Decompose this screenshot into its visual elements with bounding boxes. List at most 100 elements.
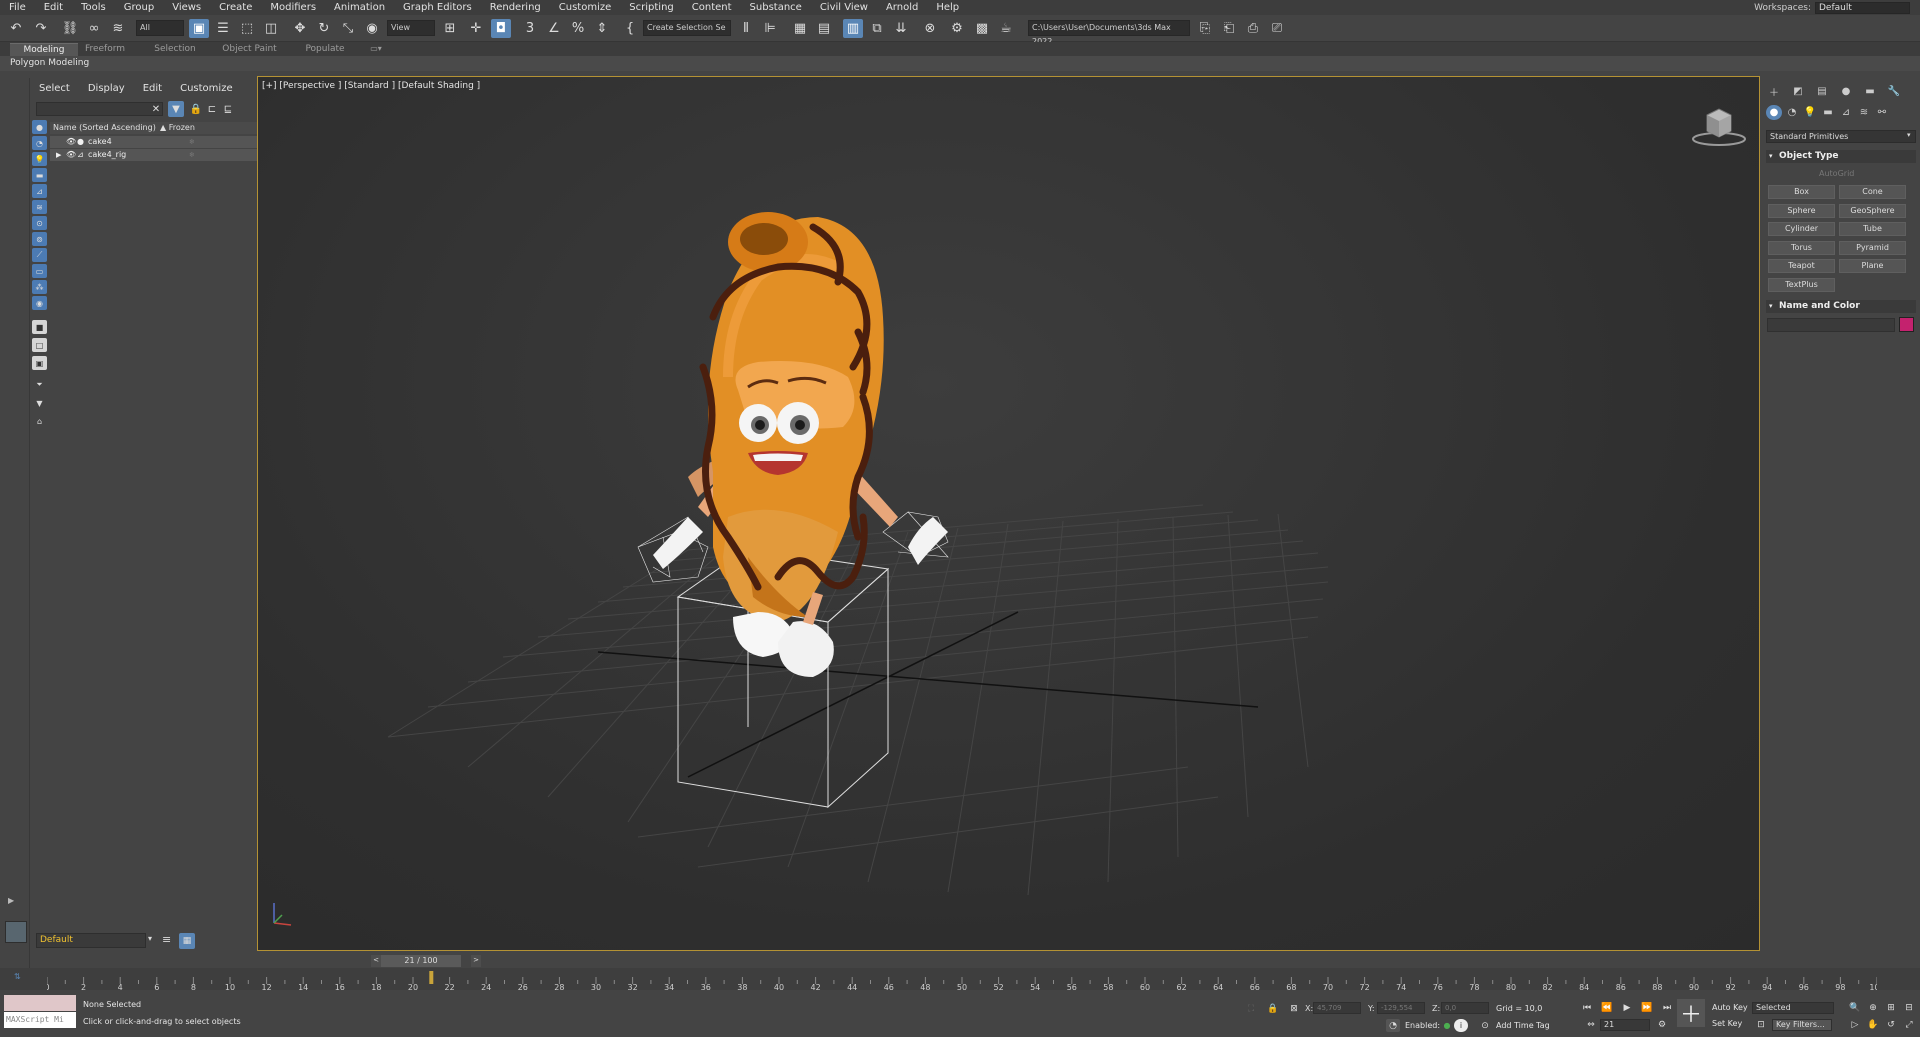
set-key-icon[interactable]: ＋ [1677,999,1705,1028]
menu-views[interactable]: Views [163,0,210,15]
freeze-icon[interactable]: ❄ [189,136,195,148]
render-production-icon[interactable]: ☕ [996,19,1016,38]
menu-content[interactable]: Content [683,0,741,15]
ribbon-options-icon[interactable]: ▭▾ [366,43,386,56]
menu-scripting[interactable]: Scripting [620,0,682,15]
filter-lights-icon[interactable]: 💡 [32,152,47,166]
key-set-select[interactable]: Selected [1752,1002,1834,1014]
plane-button[interactable]: Plane [1839,259,1906,273]
utilities-tab-icon[interactable]: 🔧 [1886,84,1902,98]
curve-editor-icon[interactable]: ⧉ [867,19,887,38]
add-time-tag[interactable]: Add Time Tag [1496,1021,1550,1030]
pan-icon[interactable]: ✋ [1866,1018,1880,1031]
select-manipulate-icon[interactable]: ✛ [466,19,486,38]
layer-view-icon[interactable]: ⊑ [220,101,236,117]
go-to-start-icon[interactable]: ⏮ [1580,1001,1594,1014]
filter-spacewarps-icon[interactable]: ≋ [32,200,47,214]
maxscript-output[interactable] [4,995,76,1011]
ribbon-sub-label[interactable]: Polygon Modeling [10,57,89,70]
move-icon[interactable]: ✥ [290,19,310,38]
track-bar[interactable]: ⇅ 02468101214161820222426283032343638404… [0,968,1920,990]
create-tab-icon[interactable]: ＋ [1766,84,1782,99]
time-slider-thumb[interactable]: 21 / 100 [381,955,461,967]
set-key-button[interactable]: Set Key [1712,1019,1742,1028]
filter-funnel-icon[interactable]: ⏷ [32,378,47,392]
visibility-eye-icon[interactable]: 👁 [66,149,76,161]
selection-filter-select[interactable]: All [136,20,184,36]
project-settings-icon[interactable]: ⎚ [1267,19,1287,38]
textplus-button[interactable]: TextPlus [1768,278,1835,292]
angle-snap-icon[interactable]: ∠ [544,19,564,38]
box-button[interactable]: Box [1768,185,1835,199]
auto-key-button[interactable]: Auto Key [1712,1003,1748,1012]
perspective-viewport[interactable]: [+] [Perspective ] [Standard ] [Default … [257,76,1760,951]
project-create-icon[interactable]: ⎙ [1243,19,1263,38]
info-icon[interactable]: i [1454,1019,1468,1032]
menu-animation[interactable]: Animation [325,0,394,15]
rendered-frame-window-icon[interactable]: ▩ [972,19,992,38]
orbit-icon[interactable]: ↺ [1884,1018,1898,1031]
systems-icon[interactable]: ⚯ [1874,105,1890,120]
place-icon[interactable]: ◉ [362,19,382,38]
link-icon[interactable]: ⛓ [60,19,80,38]
next-frame-arrow-icon[interactable]: > [471,955,481,967]
x-coordinate-field[interactable]: 45,709 [1313,1002,1361,1014]
schematic-view-icon[interactable]: ⇊ [891,19,911,38]
filter-containers-icon[interactable]: ▭ [32,264,47,278]
tab-selection[interactable]: Selection [150,43,200,56]
maxscript-input[interactable]: MAXScript Mi [4,1012,76,1028]
y-coordinate-field[interactable]: -129,554 [1377,1002,1425,1014]
helpers-icon[interactable]: ⊿ [1838,105,1854,120]
filter-icon[interactable]: ▼ [168,101,184,117]
filter-geometry-icon[interactable]: ● [32,120,47,134]
filter-groups-icon[interactable]: ⊙ [32,216,47,230]
torus-button[interactable]: Torus [1768,241,1835,255]
mirror-icon[interactable]: ⫴ [736,19,756,38]
autogrid-checkbox[interactable]: AutoGrid [1819,169,1854,178]
key-mode-toggle-icon[interactable]: ⊡ [1754,1018,1768,1031]
pyramid-button[interactable]: Pyramid [1839,241,1906,255]
name-and-color-rollout[interactable]: ▾ Name and Color [1766,300,1916,313]
zoom-extents-all-icon[interactable]: ⊟ [1902,1001,1916,1014]
modify-tab-icon[interactable]: ◩ [1790,84,1806,98]
shapes-icon[interactable]: ◔ [1784,105,1800,120]
key-mode-icon[interactable]: ⇔ [1584,1018,1598,1031]
primitive-category-select[interactable]: Standard Primitives [1766,130,1916,143]
toggle-ribbon-icon[interactable]: ▥ [843,19,863,38]
tab-object-paint[interactable]: Object Paint [222,43,277,56]
scene-row-cake4-rig[interactable]: ▶ 👁 ⊿ cake4_rig ❄ [50,149,270,161]
filter-cameras-icon[interactable]: ▬ [32,168,47,182]
object-name-field[interactable] [1767,318,1895,332]
filter-shapes-icon[interactable]: ◔ [32,136,47,150]
menu-substance[interactable]: Substance [741,0,811,15]
menu-help[interactable]: Help [927,0,968,15]
display-none-icon[interactable]: □ [32,338,47,352]
reference-coordinate-select[interactable]: View [387,20,435,36]
material-editor-icon[interactable]: ⊗ [920,19,940,38]
percent-snap-icon[interactable]: % [568,19,588,38]
space-warps-icon[interactable]: ≋ [1856,105,1872,120]
isolate-icon[interactable]: ⛶ [1244,1002,1258,1015]
cylinder-button[interactable]: Cylinder [1768,222,1835,236]
explorer-menu-edit[interactable]: Edit [134,82,171,96]
display-invert-icon[interactable]: ▣ [32,356,47,370]
expand-arrow-icon[interactable]: ▶ [8,896,14,905]
toggle-layer-explorer-icon[interactable]: ▤ [814,19,834,38]
filter-helpers-icon[interactable]: ⊿ [32,184,47,198]
geometry-icon[interactable]: ● [1766,105,1782,120]
menu-file[interactable]: File [0,0,35,15]
lock-icon[interactable]: 🔒 [188,101,204,117]
viewport-thumbnail[interactable] [5,921,27,943]
menu-arnold[interactable]: Arnold [877,0,927,15]
maxscript-listener[interactable]: MAXScript Mi [4,995,76,1029]
cone-button[interactable]: Cone [1839,185,1906,199]
menu-graph-editors[interactable]: Graph Editors [394,0,481,15]
named-selection-select[interactable]: Create Selection Se [643,20,731,36]
motion-tab-icon[interactable]: ● [1838,84,1854,98]
collapse-icon[interactable]: ⌂ [32,414,47,428]
undo-icon[interactable]: ↶ [6,19,26,38]
scene-row-cake4[interactable]: 👁 ● cake4 ❄ [50,136,270,148]
explorer-menu-customize[interactable]: Customize [171,82,242,96]
project-folder-icon[interactable]: ⎘ [1195,19,1215,38]
zoom-extents-icon[interactable]: ⊞ [1884,1001,1898,1014]
